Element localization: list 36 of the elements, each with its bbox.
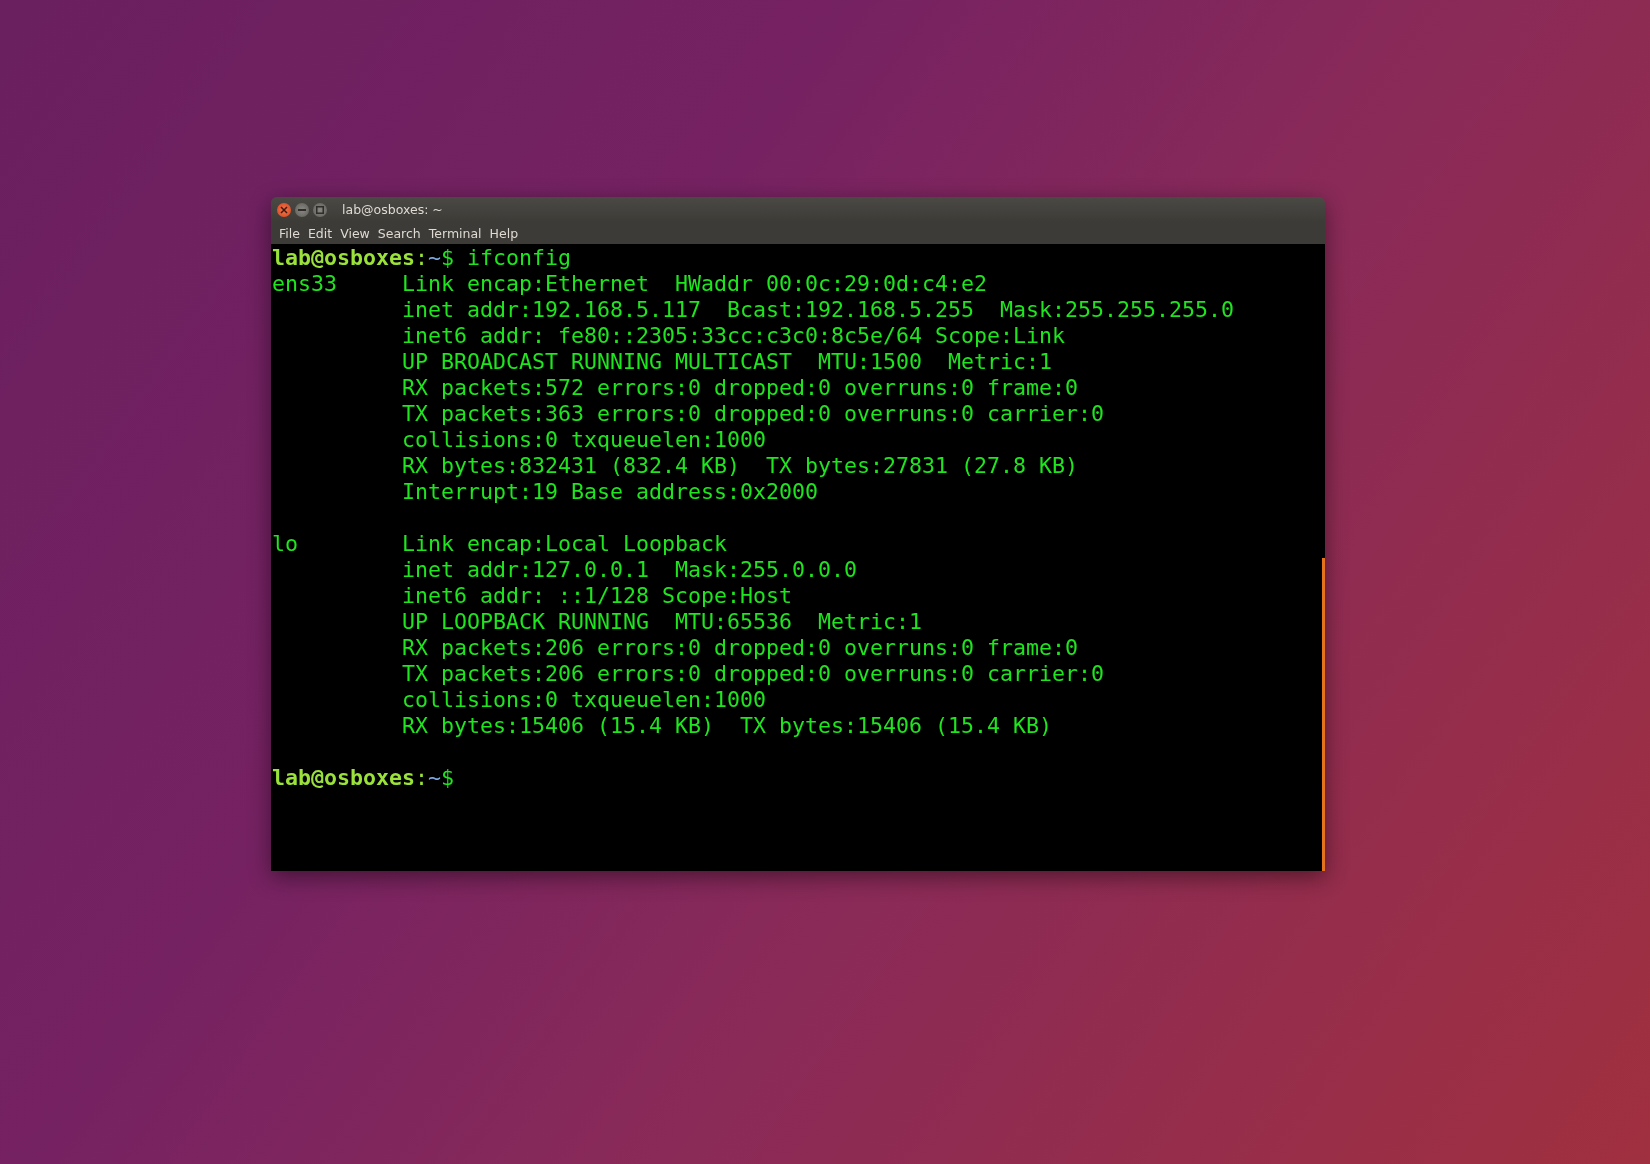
menu-item[interactable]: File: [275, 225, 304, 241]
command-text: ifconfig: [467, 245, 572, 271]
output-text: inet6 addr: ::1/128 Scope:Host: [402, 583, 793, 609]
output-text: inet addr:192.168.5.117 Bcast:192.168.5.255 Mask:255.255.255.0: [402, 297, 1235, 323]
minimize-button[interactable]: [295, 202, 309, 217]
close-button[interactable]: [277, 202, 291, 217]
output-text: RX packets:572 errors:0 dropped:0 overruns:0 frame:0: [402, 375, 1079, 401]
window-title: lab@osboxes: ~: [342, 202, 443, 217]
output-text: Link encap:Ethernet HWaddr 00:0c:29:0d:c4:e2: [402, 271, 988, 297]
output-text: inet addr:127.0.0.1 Mask:255.0.0.0: [402, 557, 858, 583]
output-text: Interrupt:19 Base address:0x2000: [402, 479, 819, 505]
output-text: RX bytes:832431 (832.4 KB) TX bytes:27831 (27.8 KB): [402, 453, 1079, 479]
menu-item[interactable]: Search: [373, 225, 425, 241]
output-text: UP LOOPBACK RUNNING MTU:65536 Metric:1: [402, 609, 923, 635]
output-text: TX packets:363 errors:0 dropped:0 overruns:0 carrier:0: [402, 401, 1105, 427]
interface-name: lo: [272, 531, 299, 557]
close-icon: [280, 205, 288, 214]
output-text: RX bytes:15406 (15.4 KB) TX bytes:15406 (15.4 KB): [402, 713, 1053, 739]
output-text: Link encap:Local Loopback: [402, 531, 727, 557]
maximize-icon: [316, 205, 324, 214]
output-text: RX packets:206 errors:0 dropped:0 overruns:0 frame:0: [402, 635, 1079, 661]
output-text: collisions:0 txqueuelen:1000: [402, 427, 766, 453]
output-text: UP BROADCAST RUNNING MULTICAST MTU:1500 Metric:1: [402, 349, 1053, 375]
shell-prompt: lab@osboxes:~$: [272, 245, 455, 271]
output-text: inet6 addr: fe80::2305:33cc:c3c0:8c5e/64 Scope:Link: [402, 323, 1066, 349]
output-text: TX packets:206 errors:0 dropped:0 overruns:0 carrier:0: [402, 661, 1105, 687]
menu-item[interactable]: View: [336, 225, 374, 241]
maximize-button[interactable]: [313, 202, 327, 217]
scrollbar-thumb[interactable]: [1322, 558, 1325, 871]
menu-item[interactable]: Help: [485, 225, 523, 241]
interface-name: ens33: [272, 271, 338, 297]
menu-item[interactable]: Edit: [303, 225, 337, 241]
output-text: collisions:0 txqueuelen:1000: [402, 687, 766, 713]
shell-prompt: lab@osboxes:~$: [272, 765, 455, 791]
menu-item[interactable]: Terminal: [424, 225, 486, 241]
minimize-icon: [298, 208, 306, 211]
